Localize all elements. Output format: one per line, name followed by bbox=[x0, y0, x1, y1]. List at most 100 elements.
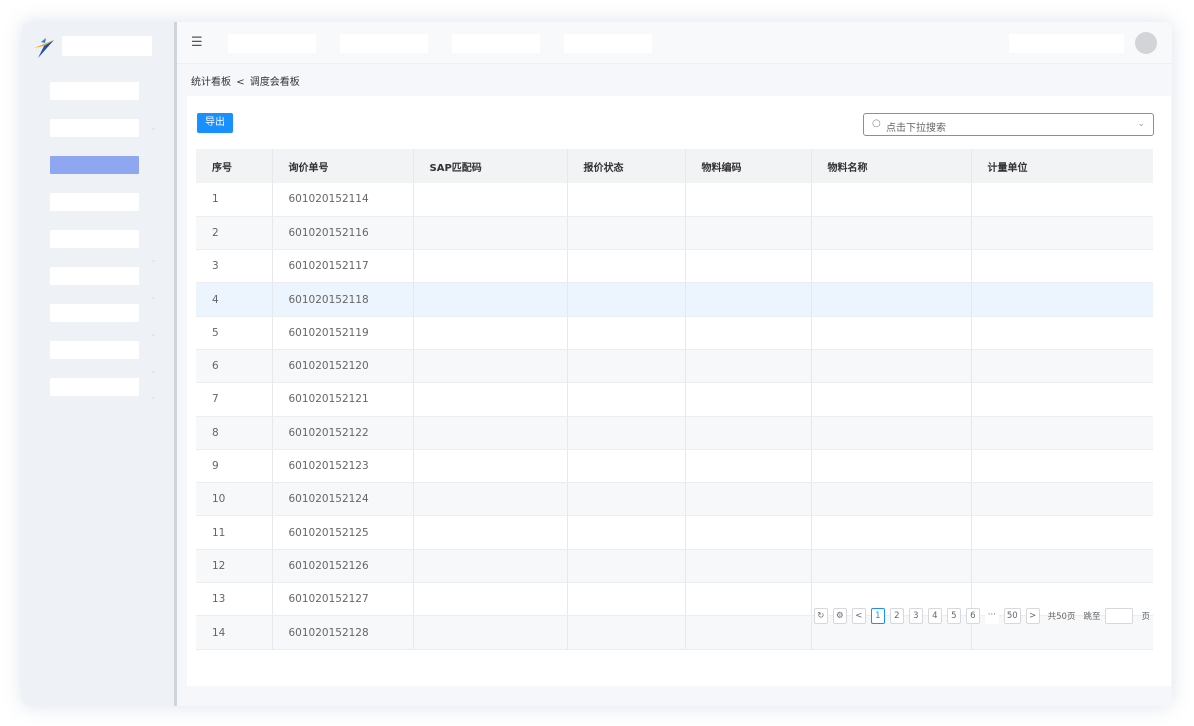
table-cell bbox=[971, 449, 1153, 484]
page-button-5[interactable]: 5 bbox=[946, 608, 961, 624]
column-header[interactable]: 物料编码 bbox=[685, 149, 812, 183]
sidebar-item-active[interactable] bbox=[50, 156, 139, 174]
page-button-last[interactable]: 50 bbox=[1003, 608, 1021, 624]
page-button-6[interactable]: 6 bbox=[965, 608, 980, 624]
top-tab-1[interactable] bbox=[228, 34, 316, 53]
chevron-down-icon: ⌄ bbox=[150, 392, 157, 401]
search-select[interactable]: ○ 点击下拉搜索 ⌄ bbox=[863, 113, 1154, 136]
table-row[interactable]: 6 601020152120 bbox=[196, 349, 1153, 384]
top-search-box[interactable] bbox=[1009, 34, 1124, 53]
table-cell bbox=[971, 549, 1153, 584]
table-cell bbox=[685, 382, 812, 417]
chevron-down-icon: ⌄ bbox=[1137, 119, 1145, 129]
table-cell: 6 bbox=[196, 349, 273, 384]
table-row[interactable]: 11 601020152125 bbox=[196, 515, 1153, 550]
pagination-ellipsis[interactable]: ··· bbox=[984, 608, 999, 624]
table-cell bbox=[685, 183, 812, 217]
sidebar-item-1[interactable] bbox=[50, 82, 139, 100]
sidebar-item-5[interactable] bbox=[50, 230, 139, 248]
top-tab-4[interactable] bbox=[564, 34, 652, 53]
table-cell bbox=[567, 515, 686, 550]
table-cell: 5 bbox=[196, 316, 273, 350]
table-cell bbox=[685, 449, 812, 484]
table-row[interactable]: 9 601020152123 bbox=[196, 449, 1153, 484]
table-cell: 601020152120 bbox=[272, 349, 414, 384]
app-name-placeholder bbox=[62, 36, 152, 56]
table-cell bbox=[413, 382, 568, 417]
table-cell: 601020152128 bbox=[272, 615, 414, 650]
refresh-icon[interactable]: ↻ bbox=[813, 608, 828, 624]
avatar[interactable] bbox=[1135, 32, 1157, 54]
column-header[interactable]: 报价状态 bbox=[567, 149, 686, 183]
column-header[interactable]: SAP匹配码 bbox=[413, 149, 568, 183]
page-button-2[interactable]: 2 bbox=[889, 608, 904, 624]
chevron-down-icon: ⌄ bbox=[150, 292, 157, 301]
column-header[interactable]: 物料名称 bbox=[811, 149, 972, 183]
table-row[interactable]: 2 601020152116 bbox=[196, 216, 1153, 251]
top-tab-2[interactable] bbox=[340, 34, 428, 53]
breadcrumb-parent[interactable]: 统计看板 bbox=[191, 77, 231, 88]
table-cell: 3 bbox=[196, 249, 273, 284]
table-cell bbox=[971, 282, 1153, 317]
table-row[interactable]: 10 601020152124 bbox=[196, 482, 1153, 517]
table-cell: 12 bbox=[196, 549, 273, 584]
search-icon: ○ bbox=[872, 118, 881, 129]
chevron-down-icon: ⌄ bbox=[150, 123, 157, 132]
column-header[interactable]: 计量单位 bbox=[971, 149, 1153, 183]
table-cell bbox=[811, 316, 972, 350]
top-tab-3[interactable] bbox=[452, 34, 540, 53]
table-cell: 9 bbox=[196, 449, 273, 484]
table-cell bbox=[413, 582, 568, 617]
page-button-1[interactable]: 1 bbox=[870, 608, 885, 624]
logo-icon bbox=[34, 38, 54, 58]
column-header[interactable]: 序号 bbox=[196, 149, 273, 183]
sidebar: ⌄ ⌄ ⌄ ⌄ ⌄ ⌄ bbox=[22, 22, 174, 706]
table-cell: 10 bbox=[196, 482, 273, 517]
table-row[interactable]: 12 601020152126 bbox=[196, 549, 1153, 584]
table-cell bbox=[567, 449, 686, 484]
sidebar-item-2[interactable] bbox=[50, 119, 139, 137]
table-cell: 4 bbox=[196, 282, 273, 317]
table-cell: 601020152127 bbox=[272, 582, 414, 617]
table-cell bbox=[567, 582, 686, 617]
table-cell bbox=[413, 549, 568, 584]
table-cell bbox=[567, 382, 686, 417]
sidebar-item-6[interactable] bbox=[50, 267, 139, 285]
chevron-down-icon: ⌄ bbox=[150, 329, 157, 338]
page-button-3[interactable]: 3 bbox=[908, 608, 923, 624]
column-header[interactable]: 询价单号 bbox=[272, 149, 414, 183]
sidebar-divider[interactable] bbox=[174, 22, 177, 706]
table-row[interactable]: 5 601020152119 bbox=[196, 316, 1153, 350]
table-row[interactable]: 4 601020152118 bbox=[196, 282, 1153, 317]
jump-page-input[interactable] bbox=[1105, 608, 1134, 624]
search-placeholder: 点击下拉搜索 bbox=[886, 123, 946, 134]
table-cell bbox=[811, 482, 972, 517]
sidebar-item-4[interactable] bbox=[50, 193, 139, 211]
table-cell bbox=[685, 515, 812, 550]
table-cell bbox=[971, 216, 1153, 251]
prev-page-button[interactable]: < bbox=[851, 608, 866, 624]
table-row[interactable]: 3 601020152117 bbox=[196, 249, 1153, 284]
jump-label: 跳至 bbox=[1083, 612, 1101, 622]
export-button[interactable]: 导出 bbox=[197, 113, 233, 133]
table-row[interactable]: 1 601020152114 bbox=[196, 183, 1153, 217]
table-row[interactable]: 7 601020152121 bbox=[196, 382, 1153, 417]
table-cell bbox=[413, 449, 568, 484]
app-window: ⌄ ⌄ ⌄ ⌄ ⌄ ⌄ ☰ 统计看板 < 调度会看板 导出 ○ 点击下拉搜索 ⌄ bbox=[22, 22, 1172, 706]
table-cell bbox=[567, 349, 686, 384]
table-cell bbox=[413, 216, 568, 251]
sidebar-item-7[interactable] bbox=[50, 304, 139, 322]
sidebar-item-9[interactable] bbox=[50, 378, 139, 396]
table-cell bbox=[567, 216, 686, 251]
sidebar-item-8[interactable] bbox=[50, 341, 139, 359]
settings-icon[interactable]: ⚙ bbox=[832, 608, 847, 624]
table-cell bbox=[685, 549, 812, 584]
next-page-button[interactable]: > bbox=[1025, 608, 1040, 624]
table-cell: 601020152126 bbox=[272, 549, 414, 584]
table-cell: 601020152117 bbox=[272, 249, 414, 284]
page-button-4[interactable]: 4 bbox=[927, 608, 942, 624]
menu-fold-icon[interactable]: ☰ bbox=[191, 36, 203, 49]
table-cell: 601020152122 bbox=[272, 416, 414, 450]
table-row[interactable]: 8 601020152122 bbox=[196, 416, 1153, 450]
table-cell bbox=[413, 515, 568, 550]
